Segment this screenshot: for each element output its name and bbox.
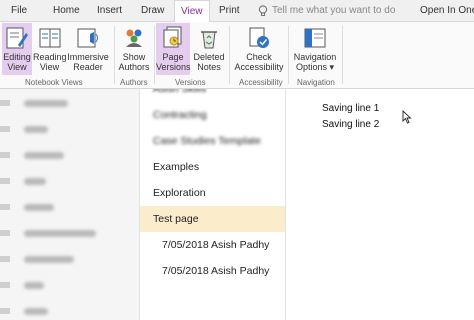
group-separator — [288, 26, 289, 84]
immersive-reader-label-2: Reader — [73, 62, 103, 72]
page-versions-icon — [163, 26, 182, 48]
section-tab-marker — [0, 256, 10, 262]
page-item-test-page[interactable]: Test page — [140, 206, 285, 232]
reading-view-label-2: View — [39, 62, 60, 72]
check-accessibility-label-1: Check — [246, 52, 272, 62]
navigation-options-button[interactable]: Navigation Options ▾ — [290, 23, 340, 75]
accessibility-icon — [249, 27, 269, 48]
section-item-blurred[interactable] — [24, 126, 48, 133]
sections-pane — [0, 89, 140, 320]
navigation-options-label-2: Options ▾ — [295, 62, 335, 72]
immersive-reader-icon — [77, 28, 98, 48]
group-navigation: Navigation — [297, 78, 335, 87]
section-item-blurred[interactable] — [24, 178, 46, 185]
mouse-cursor-icon — [402, 110, 412, 124]
tab-home[interactable]: Home — [53, 0, 80, 22]
note-canvas[interactable]: Saving line 1 Saving line 2 — [286, 89, 474, 320]
section-item-blurred[interactable] — [24, 152, 64, 159]
deleted-notes-label-1: Deleted — [193, 52, 225, 62]
page-version-item[interactable]: 7/05/2018 Asish Padhy — [140, 258, 285, 284]
tell-me-search[interactable]: Tell me what you want to do — [258, 0, 395, 22]
pages-pane: Asish Skills Contracting Case Studies Te… — [140, 89, 286, 320]
group-authors: Authors — [120, 78, 148, 87]
immersive-reader-button[interactable]: Immersive Reader — [67, 23, 109, 75]
page-versions-button[interactable]: Page Versions — [156, 23, 191, 75]
group-separator — [154, 26, 155, 84]
ribbon: Editing View Reading View Immersive Read… — [0, 22, 474, 89]
check-accessibility-button[interactable]: Check Accessibility — [231, 23, 287, 75]
lightbulb-icon — [258, 5, 268, 16]
deleted-notes-button[interactable]: Deleted Notes — [191, 23, 227, 75]
editing-view-label-1: Editing — [3, 52, 31, 62]
section-item-blurred[interactable] — [24, 282, 44, 289]
navigation-options-label-1: Navigation — [293, 52, 337, 62]
navigation-pane-icon — [304, 28, 326, 48]
section-item-blurred[interactable] — [24, 230, 96, 237]
show-authors-icon — [126, 29, 142, 47]
group-accessibility: Accessibility — [239, 78, 283, 87]
tab-insert[interactable]: Insert — [97, 0, 122, 22]
section-tab-marker — [0, 282, 10, 288]
section-tab-marker — [0, 204, 10, 210]
editing-view-button[interactable]: Editing View — [2, 23, 32, 75]
show-authors-label-2: Authors — [118, 62, 150, 72]
open-in-onenote-button[interactable]: Open In One — [420, 0, 474, 22]
note-line-1[interactable]: Saving line 1 — [322, 103, 379, 114]
immersive-reader-label-1: Immersive — [67, 52, 109, 62]
show-authors-button[interactable]: Show Authors — [116, 23, 152, 75]
section-tab-marker — [0, 308, 10, 314]
reading-view-button[interactable]: Reading View — [33, 23, 67, 75]
deleted-notes-label-2: Notes — [197, 62, 221, 72]
tell-me-placeholder: Tell me what you want to do — [272, 5, 396, 16]
notebook-content: Asish Skills Contracting Case Studies Te… — [0, 89, 474, 320]
section-tab-marker — [0, 152, 10, 158]
tab-print[interactable]: Print — [219, 0, 240, 22]
check-accessibility-label-2: Accessibility — [234, 62, 284, 72]
group-separator — [114, 26, 115, 84]
editing-view-icon — [6, 27, 28, 49]
page-item[interactable]: Case Studies Template — [140, 128, 285, 154]
page-item[interactable]: Asish Skills — [140, 89, 285, 102]
page-versions-label-2: Versions — [156, 62, 191, 72]
section-tab-marker — [0, 230, 10, 236]
section-tab-marker — [0, 178, 10, 184]
note-line-2[interactable]: Saving line 2 — [322, 119, 379, 130]
tab-view[interactable]: View — [174, 0, 210, 23]
menu-bar: File Home Insert Draw View Print Tell me… — [0, 0, 474, 23]
section-item-blurred[interactable] — [24, 204, 54, 211]
recycle-bin-icon — [201, 31, 217, 49]
tab-file[interactable]: File — [11, 0, 27, 22]
show-authors-label-1: Show — [122, 52, 146, 62]
reading-view-icon — [39, 28, 60, 48]
page-version-item[interactable]: 7/05/2018 Asish Padhy — [140, 232, 285, 258]
editing-view-label-2: View — [7, 62, 27, 72]
page-versions-label-1: Page — [162, 52, 184, 62]
tab-draw[interactable]: Draw — [141, 0, 164, 22]
page-item[interactable]: Contracting — [140, 102, 285, 128]
page-item-exploration[interactable]: Exploration — [140, 180, 285, 206]
section-item-blurred[interactable] — [24, 256, 74, 263]
group-separator — [229, 26, 230, 84]
section-tab-marker — [0, 126, 10, 132]
section-item-blurred[interactable] — [24, 308, 48, 315]
section-tab-marker — [0, 100, 10, 106]
reading-view-label-1: Reading — [33, 52, 67, 62]
group-separator — [342, 26, 343, 84]
group-versions: Versions — [175, 78, 206, 87]
group-notebook-views: Notebook Views — [25, 78, 83, 87]
page-item-examples[interactable]: Examples — [140, 154, 285, 180]
section-item-blurred[interactable] — [24, 100, 68, 107]
